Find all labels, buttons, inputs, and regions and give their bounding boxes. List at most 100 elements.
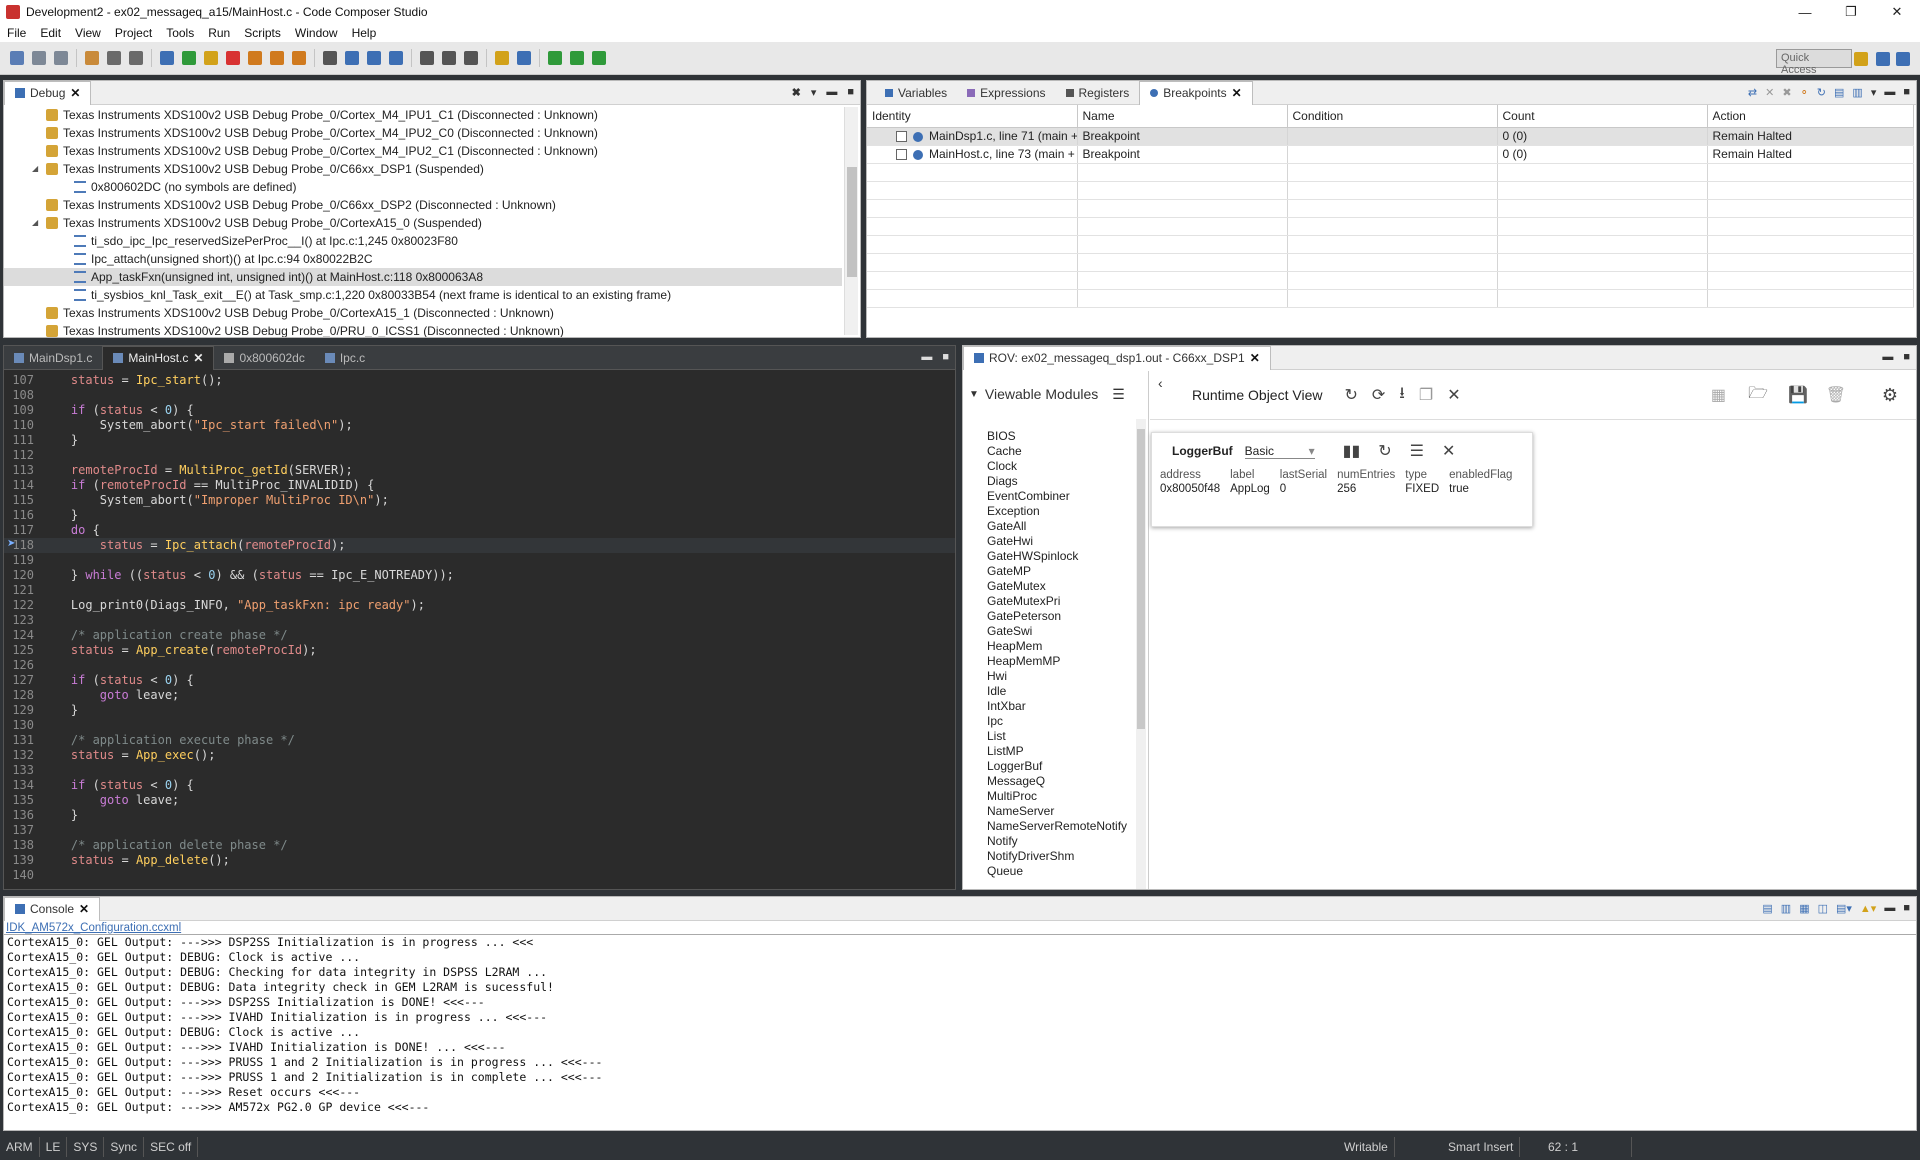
debug-tree-row[interactable]: ti_sdo_ipc_Ipc_reservedSizePerProc__I() … <box>4 232 842 250</box>
maximize-view-icon[interactable]: ■ <box>1903 86 1910 99</box>
terminate-icon[interactable] <box>226 51 240 65</box>
maximize-view-icon[interactable]: ■ <box>1903 902 1910 915</box>
debug-tree-row[interactable]: App_taskFxn(unsigned int, unsigned int)(… <box>4 268 842 286</box>
flash-icon[interactable] <box>129 51 143 65</box>
minimize-view-icon[interactable]: ▬ <box>1882 351 1893 363</box>
expand-arrow-icon[interactable]: ◢ <box>32 214 46 232</box>
status-sec[interactable]: SEC off <box>144 1137 199 1157</box>
maximize-view-icon[interactable]: ■ <box>847 86 854 99</box>
debug-tree-row[interactable]: ◢ Texas Instruments XDS100v2 USB Debug Pr… <box>4 214 842 232</box>
save-all-icon[interactable] <box>54 51 68 65</box>
back-chevron-icon[interactable]: ‹ <box>1158 375 1163 391</box>
debug-tree-row[interactable]: Ipc_attach(unsigned short)() at Ipc.c:94… <box>4 250 842 268</box>
menu-run[interactable]: Run <box>201 26 237 40</box>
scroll-thumb[interactable] <box>1137 429 1145 729</box>
table-row[interactable]: MainHost.c, line 73 (main + Breakpoint 0 (… <box>867 145 1914 164</box>
menu-scripts[interactable]: Scripts <box>237 26 288 40</box>
col-action[interactable]: Action <box>1707 105 1914 128</box>
debug-tree-row[interactable]: Texas Instruments XDS100v2 USB Debug Pro… <box>4 124 842 142</box>
scroll-thumb[interactable] <box>847 167 857 277</box>
tab-address[interactable]: 0x800602dc <box>214 346 314 370</box>
target-icon[interactable] <box>389 51 403 65</box>
debug-tree-row[interactable]: 0x800602DC (no symbols are defined) <box>4 178 842 196</box>
save-icon[interactable] <box>32 51 46 65</box>
module-item[interactable]: List <box>987 729 1148 744</box>
menu-help[interactable]: Help <box>345 26 384 40</box>
expand-arrow-icon[interactable]: ◢ <box>32 160 46 178</box>
view-select[interactable]: Basic ▾ <box>1244 444 1315 459</box>
edit-perspective-icon[interactable] <box>1876 52 1890 66</box>
build-icon[interactable] <box>85 51 99 65</box>
minimize-view-icon[interactable]: ▬ <box>826 86 837 99</box>
module-item[interactable]: GateHWSpinlock <box>987 549 1148 564</box>
tab-mainhost[interactable]: MainHost.c ✕ <box>102 345 215 370</box>
tab-registers[interactable]: Registers <box>1056 81 1140 105</box>
run-free-icon[interactable] <box>495 51 509 65</box>
debug-tree-row[interactable]: ti_sysbios_knl_Task_exit__E() at Task_sm… <box>4 286 842 304</box>
col-name[interactable]: Name <box>1077 105 1288 128</box>
columns-icon[interactable]: ▮▮ <box>1343 441 1361 461</box>
view-menu-icon[interactable]: ▾ <box>1871 86 1877 99</box>
delete-icon[interactable]: 🗑 <box>1826 385 1846 405</box>
remove-terminated-icon[interactable]: ✖ <box>792 86 801 99</box>
suspend-icon[interactable] <box>204 51 218 65</box>
refresh-icon[interactable]: ↻ <box>1344 385 1357 405</box>
module-item[interactable]: MultiProc <box>987 789 1148 804</box>
maximize-button[interactable]: ❐ <box>1828 0 1874 24</box>
external-tools-icon[interactable] <box>517 51 531 65</box>
minimize-button[interactable]: — <box>1782 0 1828 24</box>
minimize-view-icon[interactable]: ▬ <box>921 351 932 363</box>
tab-ipc[interactable]: Ipc.c <box>315 346 375 370</box>
module-item[interactable]: Exception <box>987 504 1148 519</box>
breakpoint-checkbox[interactable] <box>896 149 907 161</box>
step-return-icon[interactable] <box>292 51 306 65</box>
status-le[interactable]: LE <box>40 1137 68 1157</box>
skip-breakpoints-icon[interactable]: ⚬ <box>1800 86 1809 99</box>
tab-maindsp1[interactable]: MainDsp1.c <box>4 346 102 370</box>
module-item[interactable]: BIOS <box>987 429 1148 444</box>
module-item[interactable]: GateHwi <box>987 534 1148 549</box>
save-icon[interactable]: 💾 <box>1788 385 1808 405</box>
word-wrap-icon[interactable]: ▦ <box>1799 902 1809 915</box>
tab-expressions[interactable]: Expressions <box>957 81 1055 105</box>
registers-icon[interactable] <box>323 51 337 65</box>
console-output[interactable]: CortexA15_0: GEL Output: --->>> DSP2SS I… <box>4 935 1916 1125</box>
module-item[interactable]: GateMP <box>987 564 1148 579</box>
minimize-view-icon[interactable]: ▬ <box>1884 902 1895 915</box>
pin-console-icon[interactable]: ◫ <box>1818 902 1828 915</box>
card-column-header[interactable]: type <box>1405 469 1449 483</box>
download-icon[interactable]: ⭳ <box>1399 382 1405 409</box>
new-icon[interactable] <box>10 51 24 65</box>
menu-tools[interactable]: Tools <box>159 26 201 40</box>
table-row[interactable]: MainDsp1.c, line 71 (main + Breakpoint 0 (… <box>867 127 1914 146</box>
module-item[interactable]: NameServerRemoteNotify <box>987 819 1148 834</box>
module-item[interactable]: NameServer <box>987 804 1148 819</box>
module-item[interactable]: Idle <box>987 684 1148 699</box>
close-icon[interactable]: ✕ <box>79 902 89 916</box>
debug-tree-row[interactable]: Texas Instruments XDS100v2 USB Debug Pro… <box>4 106 842 124</box>
breakpoint-checkbox[interactable] <box>896 131 907 143</box>
close-icon[interactable]: ✕ <box>1447 385 1460 405</box>
close-button[interactable]: ✕ <box>1874 0 1920 24</box>
card-column-header[interactable]: address <box>1160 469 1230 483</box>
status-sys[interactable]: SYS <box>67 1137 105 1157</box>
menu-window[interactable]: Window <box>288 26 345 40</box>
module-item[interactable]: Notify <box>987 834 1148 849</box>
code-editor[interactable]: 107 status = Ipc_start(); 108 109 if (stat… <box>4 370 955 883</box>
debug-tree-row[interactable]: Texas Instruments XDS100v2 USB Debug Pro… <box>4 304 842 322</box>
gear-icon[interactable]: ⚙ <box>1882 385 1898 406</box>
view-menu-icon[interactable]: ▾ <box>811 86 817 99</box>
menu-file[interactable]: File <box>0 26 33 40</box>
chevron-down-icon[interactable]: ▼ <box>969 389 979 400</box>
status-arm[interactable]: ARM <box>0 1137 40 1157</box>
module-item[interactable]: Cache <box>987 444 1148 459</box>
debug-tree-row[interactable]: ◢ Texas Instruments XDS100v2 USB Debug Pr… <box>4 160 842 178</box>
filter-icon[interactable]: ☰ <box>1112 386 1125 403</box>
close-icon[interactable]: ✕ <box>70 86 80 100</box>
dashboard-icon[interactable]: ▦ <box>1711 385 1726 405</box>
module-item[interactable]: IntXbar <box>987 699 1148 714</box>
module-item[interactable]: GateSwi <box>987 624 1148 639</box>
refresh-icon[interactable]: ↻ <box>1378 441 1391 461</box>
debug-tree-row[interactable]: Texas Instruments XDS100v2 USB Debug Pro… <box>4 322 842 337</box>
memory-icon[interactable] <box>345 51 359 65</box>
